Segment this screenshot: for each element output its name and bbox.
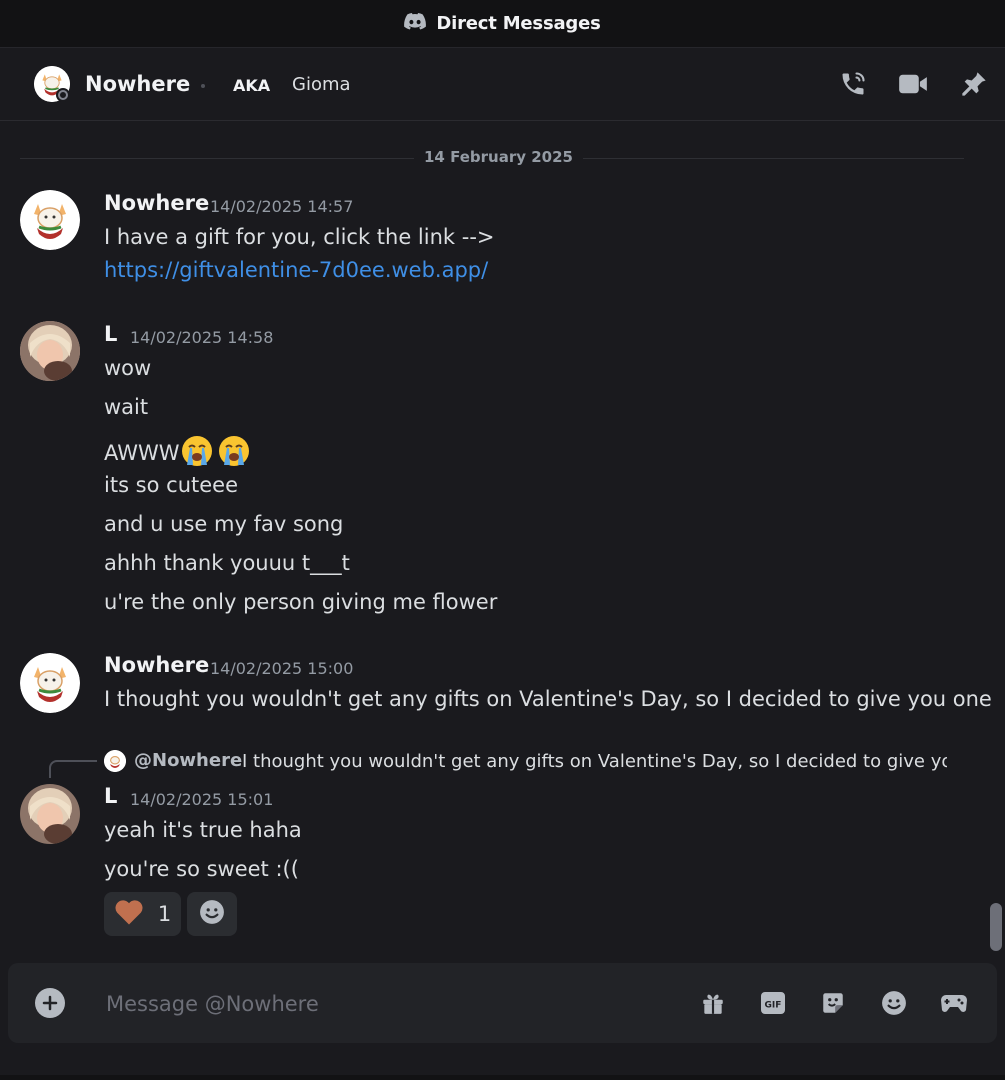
separator-dot [201, 84, 205, 88]
title-bar: Direct Messages [0, 0, 1005, 48]
reply-connector [49, 760, 97, 778]
reply-avatar[interactable] [104, 750, 126, 772]
message-timestamp: 14/02/2025 14:58 [130, 328, 274, 347]
message-link[interactable]: https://giftvalentine-7d0ee.web.app/ [104, 258, 488, 282]
message-text: wow [104, 356, 152, 380]
aka-name: Gioma [292, 74, 351, 95]
message-text: ahhh thank youuu t___t [104, 551, 350, 575]
loudly-crying-emoji-icon [217, 434, 251, 468]
message-composer: GIF [8, 963, 997, 1043]
add-reaction-icon [199, 899, 225, 929]
message-text: I thought you wouldn't get any gifts on … [104, 687, 992, 711]
gift-icon[interactable] [698, 988, 728, 1018]
message-text: its so cuteee [104, 473, 238, 497]
game-controller-icon[interactable] [939, 988, 969, 1018]
message-text-with-emoji: AWWW [104, 434, 254, 468]
message-author[interactable]: Nowhere [104, 653, 209, 677]
message-text: you're so sweet :(( [104, 857, 299, 881]
header-avatar[interactable] [34, 66, 70, 102]
emoji-icon[interactable] [879, 988, 909, 1018]
message-timestamp: 14/02/2025 15:01 [130, 790, 274, 809]
avatar[interactable] [20, 190, 80, 250]
message-input[interactable] [104, 983, 688, 1025]
reaction-count: 1 [157, 902, 172, 926]
aka-label: AKA [233, 76, 271, 95]
video-camera-icon[interactable] [897, 68, 929, 100]
add-attachment-button[interactable] [35, 988, 65, 1018]
gif-icon[interactable]: GIF [758, 988, 788, 1018]
bottom-edge [0, 1075, 1005, 1080]
add-reaction-button[interactable] [187, 892, 237, 936]
window-title: Direct Messages [436, 13, 601, 34]
message-author[interactable]: L [104, 784, 117, 808]
offline-status-icon [56, 88, 70, 102]
reaction-heart[interactable]: 1 [104, 892, 181, 936]
gif-label: GIF [765, 1001, 782, 1011]
avatar[interactable] [20, 784, 80, 844]
message-author[interactable]: Nowhere [104, 191, 209, 215]
reply-username[interactable]: @Nowhere [134, 750, 242, 771]
message-text: AWWW [104, 441, 180, 465]
message-text: wait [104, 395, 149, 419]
message-text: and u use my fav song [104, 512, 344, 536]
header-username[interactable]: Nowhere [85, 72, 190, 96]
avatar[interactable] [20, 653, 80, 713]
message-author[interactable]: L [104, 322, 117, 346]
phone-call-icon[interactable] [837, 68, 869, 100]
message-text: yeah it's true haha [104, 818, 302, 842]
heart-icon [114, 898, 144, 930]
discord-logo-icon [404, 13, 427, 34]
pin-icon[interactable] [958, 68, 990, 100]
sticker-icon[interactable] [818, 988, 848, 1018]
message-text: I have a gift for you, click the link --… [104, 225, 495, 249]
avatar[interactable] [20, 321, 80, 381]
message-text: u're the only person giving me flower [104, 590, 498, 614]
message-timestamp: 14/02/2025 15:00 [210, 659, 354, 678]
message-timestamp: 14/02/2025 14:57 [210, 197, 354, 216]
reply-preview-text[interactable]: I thought you wouldn't get any gifts on … [242, 751, 947, 772]
loudly-crying-emoji-icon [180, 434, 214, 468]
scrollbar-thumb[interactable] [990, 903, 1002, 951]
date-divider-label: 14 February 2025 [414, 148, 583, 166]
dm-header: Nowhere AKA Gioma [0, 48, 1005, 121]
